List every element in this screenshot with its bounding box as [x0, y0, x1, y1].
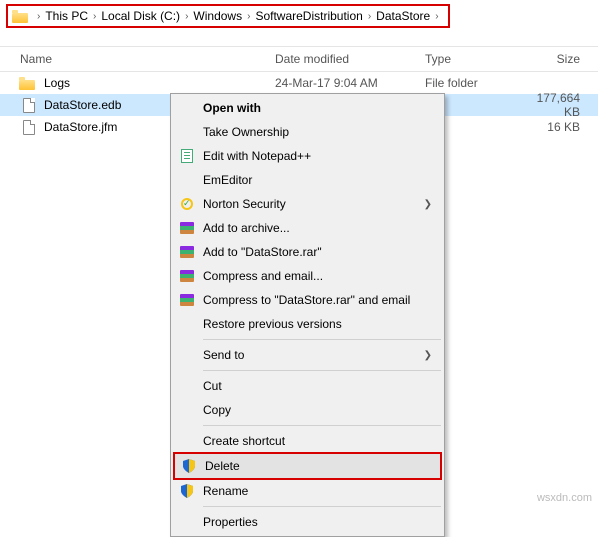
notepadpp-icon [179, 148, 195, 164]
menu-delete[interactable]: Delete [175, 454, 440, 478]
chevron-right-icon[interactable]: › [93, 11, 96, 22]
menu-create-shortcut[interactable]: Create shortcut [173, 429, 442, 453]
address-bar: › This PC › Local Disk (C:) › Windows › … [6, 4, 592, 28]
menu-edit-notepadpp[interactable]: Edit with Notepad++ [173, 144, 442, 168]
file-size: 177,664 KB [520, 91, 580, 119]
file-name: Logs [44, 76, 275, 90]
folder-icon [12, 10, 28, 23]
menu-compress-and-email[interactable]: Compress and email... [173, 264, 442, 288]
watermark: wsxdn.com [537, 492, 592, 504]
chevron-right-icon: ❯ [424, 199, 432, 210]
chevron-right-icon[interactable]: › [435, 11, 438, 22]
chevron-right-icon[interactable]: › [185, 11, 188, 22]
menu-separator [203, 425, 441, 426]
rar-icon [179, 244, 195, 260]
chevron-right-icon[interactable]: › [247, 11, 250, 22]
menu-rename[interactable]: Rename [173, 479, 442, 503]
context-menu: Open with Take Ownership Edit with Notep… [170, 93, 445, 537]
menu-norton-security[interactable]: Norton Security ❯ [173, 192, 442, 216]
list-item[interactable]: Logs 24-Mar-17 9:04 AM File folder [0, 72, 598, 94]
menu-open-with[interactable]: Open with [173, 96, 442, 120]
column-size[interactable]: Size [520, 52, 580, 66]
rar-icon [179, 268, 195, 284]
column-name[interactable]: Name [20, 52, 275, 66]
crumb-local-disk[interactable]: Local Disk (C:) [101, 9, 180, 23]
file-icon [20, 97, 38, 113]
shield-icon [181, 458, 197, 474]
delete-highlight: Delete [173, 452, 442, 480]
chevron-right-icon: ❯ [424, 350, 432, 361]
crumb-datastore[interactable]: DataStore [376, 9, 430, 23]
file-type: File folder [425, 76, 520, 90]
file-date: 24-Mar-17 9:04 AM [275, 76, 425, 90]
menu-copy[interactable]: Copy [173, 398, 442, 422]
column-date-modified[interactable]: Date modified [275, 52, 425, 66]
menu-separator [203, 339, 441, 340]
chevron-right-icon[interactable]: › [368, 11, 371, 22]
menu-properties[interactable]: Properties [173, 510, 442, 534]
menu-add-to-archive[interactable]: Add to archive... [173, 216, 442, 240]
shield-icon [179, 483, 195, 499]
crumb-this-pc[interactable]: This PC [45, 9, 88, 23]
menu-separator [203, 370, 441, 371]
menu-add-to-datastore-rar[interactable]: Add to "DataStore.rar" [173, 240, 442, 264]
menu-restore-previous-versions[interactable]: Restore previous versions [173, 312, 442, 336]
menu-cut[interactable]: Cut [173, 374, 442, 398]
menu-take-ownership[interactable]: Take Ownership [173, 120, 442, 144]
folder-icon [20, 75, 38, 91]
menu-send-to[interactable]: Send to ❯ [173, 343, 442, 367]
file-size: 16 KB [520, 120, 580, 134]
crumb-softwaredistribution[interactable]: SoftwareDistribution [255, 9, 362, 23]
menu-separator [203, 506, 441, 507]
menu-emeditor[interactable]: EmEditor [173, 168, 442, 192]
rar-icon [179, 220, 195, 236]
column-type[interactable]: Type [425, 52, 520, 66]
crumb-windows[interactable]: Windows [193, 9, 242, 23]
menu-compress-rar-and-email[interactable]: Compress to "DataStore.rar" and email [173, 288, 442, 312]
chevron-right-icon[interactable]: › [37, 11, 40, 22]
breadcrumb[interactable]: › This PC › Local Disk (C:) › Windows › … [6, 4, 450, 28]
rar-icon [179, 292, 195, 308]
file-icon [20, 119, 38, 135]
norton-icon [179, 196, 195, 212]
column-headers: Name Date modified Type Size [0, 46, 598, 72]
